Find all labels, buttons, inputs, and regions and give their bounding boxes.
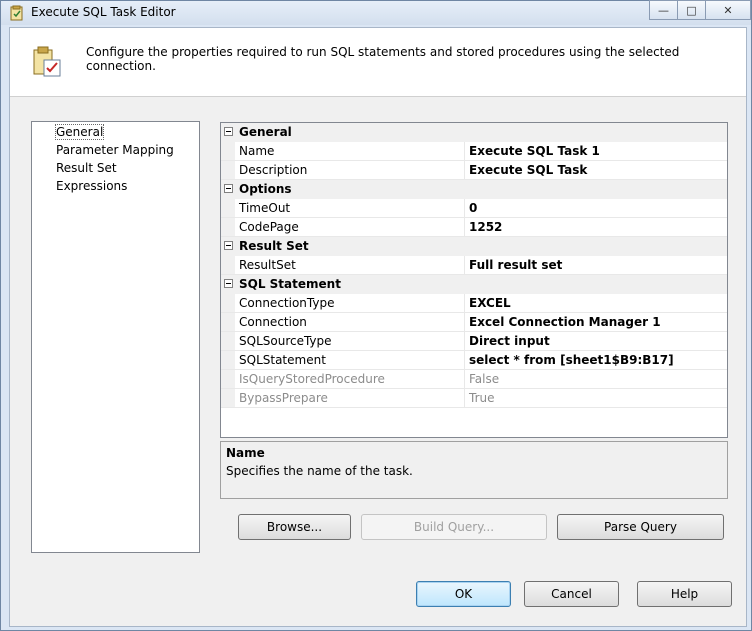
nav-item-expressions[interactable]: Expressions [56, 179, 127, 193]
property-name: ConnectionType [239, 296, 335, 310]
clipboard-check-icon [33, 46, 61, 77]
page-nav-list: General Parameter Mapping Result Set Exp… [31, 121, 200, 553]
row-margin [221, 294, 235, 312]
column-divider [464, 351, 465, 369]
property-name: SQLSourceType [239, 334, 332, 348]
property-name: Connection [239, 315, 307, 329]
nav-item-parameter-mapping[interactable]: Parameter Mapping [56, 143, 174, 157]
property-value[interactable]: Excel Connection Manager 1 [469, 315, 661, 329]
column-divider [464, 218, 465, 236]
category-label: Result Set [239, 239, 309, 253]
row-margin [221, 389, 235, 407]
dialog-header: Configure the properties required to run… [10, 28, 746, 97]
row-margin [221, 199, 235, 217]
row-margin [221, 161, 235, 179]
row-margin [221, 256, 235, 274]
task-editor-icon [10, 5, 23, 21]
category-result-set[interactable]: Result Set [221, 237, 727, 256]
property-value[interactable]: Execute SQL Task [469, 163, 587, 177]
browse-button[interactable]: Browse... [238, 514, 351, 540]
property-row-connection[interactable]: Connection Excel Connection Manager 1 [221, 313, 727, 332]
description-title: Name [226, 446, 265, 460]
property-row-connectiontype[interactable]: ConnectionType EXCEL [221, 294, 727, 313]
property-name: ResultSet [239, 258, 296, 272]
minimize-button[interactable]: — [649, 0, 678, 20]
row-margin [221, 351, 235, 369]
minimize-icon: — [658, 3, 669, 17]
property-value[interactable]: Direct input [469, 334, 550, 348]
column-divider [464, 161, 465, 179]
row-margin [221, 142, 235, 160]
property-value[interactable]: EXCEL [469, 296, 511, 310]
collapse-icon[interactable] [224, 241, 233, 250]
property-value[interactable]: Full result set [469, 258, 562, 272]
column-divider [464, 294, 465, 312]
property-value: True [469, 391, 495, 405]
category-options[interactable]: Options [221, 180, 727, 199]
description-text: Specifies the name of the task. [226, 464, 413, 478]
column-divider [464, 199, 465, 217]
collapse-icon[interactable] [224, 279, 233, 288]
property-row-bypassprepare: BypassPrepare True [221, 389, 727, 408]
column-divider [464, 332, 465, 350]
row-margin [221, 313, 235, 331]
close-icon: ✕ [723, 3, 733, 17]
row-margin [221, 332, 235, 350]
category-general[interactable]: General [221, 123, 727, 142]
help-button[interactable]: Help [637, 581, 732, 607]
title-bar[interactable]: Execute SQL Task Editor — □ ✕ [1, 0, 751, 25]
collapse-icon[interactable] [224, 184, 233, 193]
property-name: CodePage [239, 220, 299, 234]
property-row-codepage[interactable]: CodePage 1252 [221, 218, 727, 237]
property-value[interactable]: Execute SQL Task 1 [469, 144, 600, 158]
property-row-description[interactable]: Description Execute SQL Task [221, 161, 727, 180]
property-row-name[interactable]: Name Execute SQL Task 1 [221, 142, 727, 161]
category-label: Options [239, 182, 292, 196]
property-row-isquerystoredprocedure: IsQueryStoredProcedure False [221, 370, 727, 389]
column-divider [464, 142, 465, 160]
property-name: TimeOut [239, 201, 291, 215]
property-value[interactable]: 0 [469, 201, 477, 215]
property-name: BypassPrepare [239, 391, 328, 405]
property-name: IsQueryStoredProcedure [239, 372, 385, 386]
ok-button[interactable]: OK [416, 581, 511, 607]
column-divider [464, 370, 465, 388]
category-label: SQL Statement [239, 277, 341, 291]
property-value[interactable]: 1252 [469, 220, 502, 234]
collapse-icon[interactable] [224, 127, 233, 136]
category-label: General [239, 125, 292, 139]
column-divider [464, 313, 465, 331]
close-button[interactable]: ✕ [705, 0, 751, 20]
property-description-pane: Name Specifies the name of the task. [220, 441, 728, 499]
property-grid: General Name Execute SQL Task 1 Descript… [220, 122, 728, 438]
cancel-button[interactable]: Cancel [524, 581, 619, 607]
nav-item-result-set[interactable]: Result Set [56, 161, 117, 175]
header-description: Configure the properties required to run… [86, 45, 680, 73]
row-margin [221, 370, 235, 388]
parse-query-button[interactable]: Parse Query [557, 514, 724, 540]
column-divider [464, 389, 465, 407]
dialog-client: Configure the properties required to run… [9, 27, 747, 627]
property-value[interactable]: select * from [sheet1$B9:B17] [469, 353, 674, 367]
build-query-button: Build Query... [361, 514, 547, 540]
nav-item-general[interactable]: General [54, 124, 105, 140]
property-row-sqlsourcetype[interactable]: SQLSourceType Direct input [221, 332, 727, 351]
column-divider [464, 256, 465, 274]
property-name: SQLStatement [239, 353, 326, 367]
category-sql-statement[interactable]: SQL Statement [221, 275, 727, 294]
maximize-icon: □ [686, 3, 697, 17]
property-value: False [469, 372, 500, 386]
maximize-button[interactable]: □ [677, 0, 706, 20]
property-row-sqlstatement[interactable]: SQLStatement select * from [sheet1$B9:B1… [221, 351, 727, 370]
property-name: Name [239, 144, 275, 158]
property-name: Description [239, 163, 308, 177]
row-margin [221, 218, 235, 236]
property-row-timeout[interactable]: TimeOut 0 [221, 199, 727, 218]
property-row-resultset[interactable]: ResultSet Full result set [221, 256, 727, 275]
window-title: Execute SQL Task Editor [31, 5, 176, 19]
dialog-window: Execute SQL Task Editor — □ ✕ Configure … [0, 0, 752, 631]
